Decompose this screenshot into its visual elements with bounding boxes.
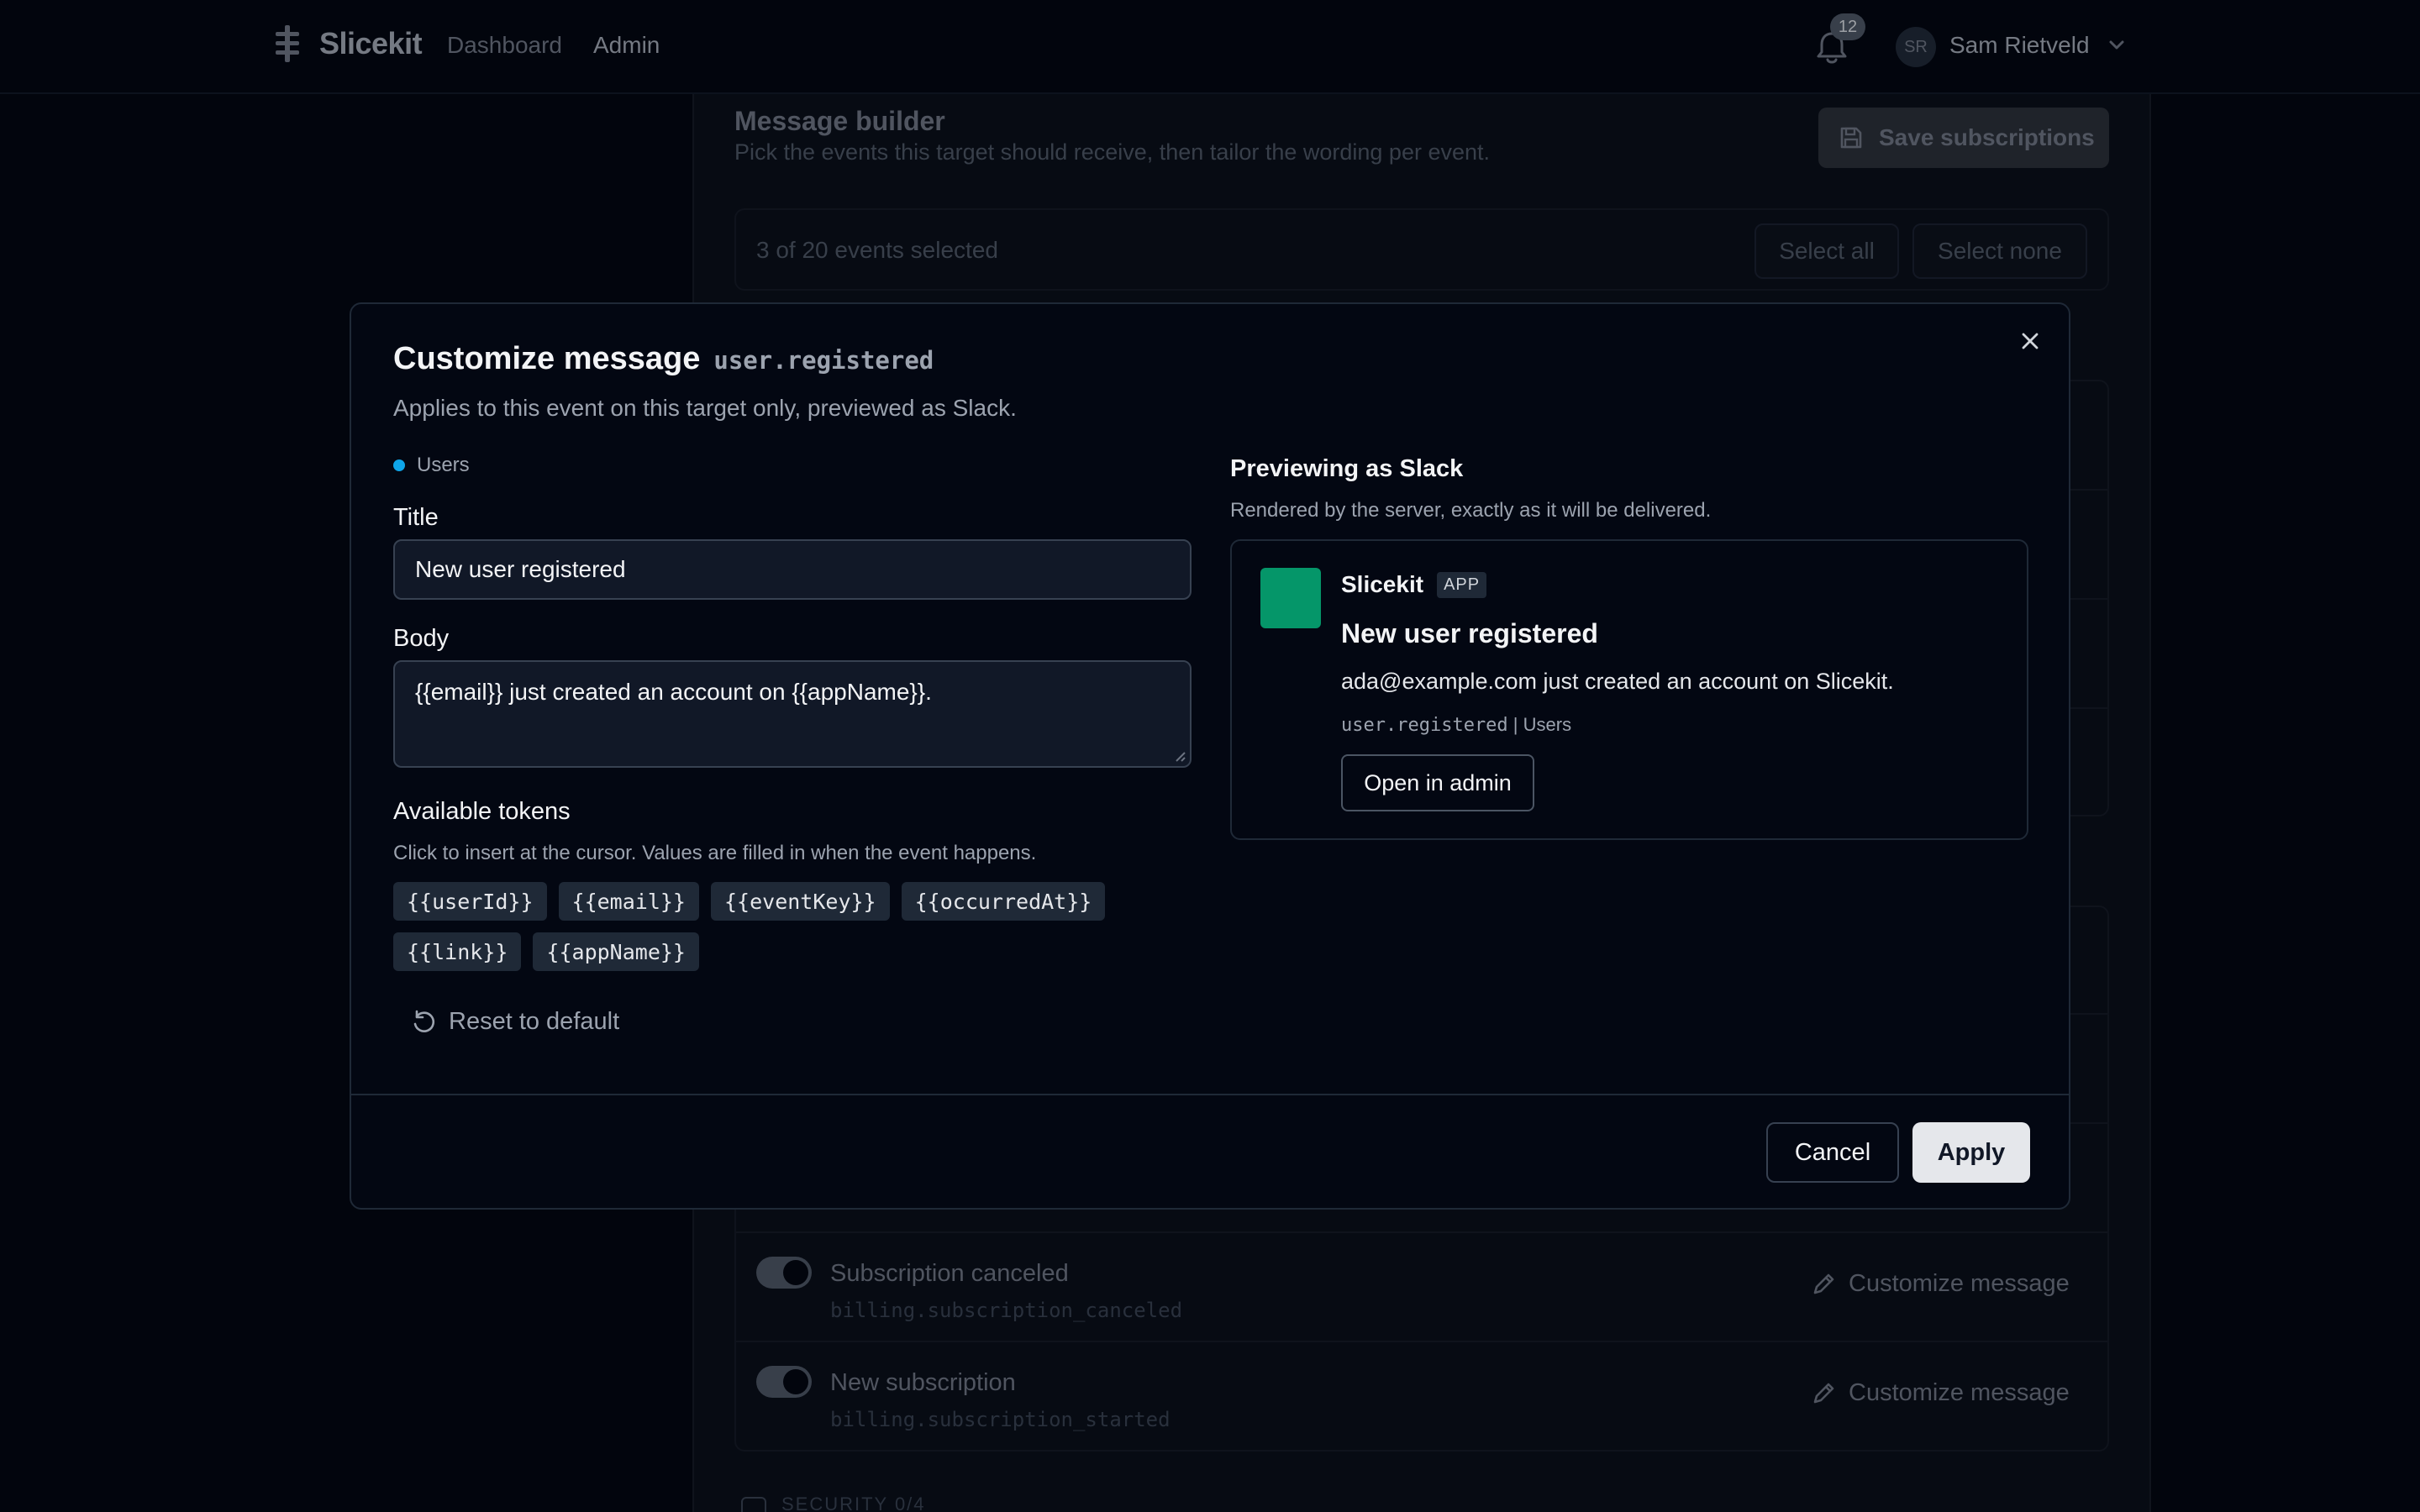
tokens-help: Click to insert at the cursor. Values ar… [393,842,1037,864]
token-list: {{userId}} {{email}} {{eventKey}} {{occu… [393,882,1192,971]
reset-to-default-button[interactable]: Reset to default [410,1008,619,1036]
app-badge: APP [1437,571,1487,598]
slack-preview-card: Slicekit APP New user registered ada@exa… [1230,539,2028,840]
group-tag: Users [393,454,470,477]
preview-app-name: Slicekit [1341,571,1424,597]
close-icon[interactable] [2018,329,2042,353]
dialog-title-text: Customize message [393,341,701,376]
cancel-button[interactable]: Cancel [1766,1122,1899,1183]
reset-icon [413,1010,435,1032]
preview-heading: Previewing as Slack [1230,455,1464,482]
dialog-description: Applies to this event on this target onl… [393,395,1017,421]
dialog-event-key: user.registered [713,346,934,375]
title-label: Title [393,504,439,531]
preview-body: ada@example.com just created an account … [1341,669,1894,694]
token-chip[interactable]: {{email}} [558,882,699,921]
preview-app: Slicekit APP [1341,571,1487,598]
token-chip[interactable]: {{appName}} [533,932,699,971]
resize-handle-icon[interactable] [1173,749,1186,763]
preview-context-group: | Users [1507,714,1572,735]
token-chip[interactable]: {{userId}} [393,882,547,921]
body-label: Body [393,625,450,652]
body-textarea[interactable]: {{email}} just created an account on {{a… [393,660,1192,768]
title-input-value: New user registered [415,556,626,582]
dialog-footer-divider [351,1094,2069,1095]
app-logo [1260,568,1321,628]
token-chip[interactable]: {{occurredAt}} [901,882,1106,921]
preview-context-key: user.registered [1341,715,1508,736]
title-input[interactable]: New user registered [393,539,1192,600]
dialog-title: Customize message user.registered [393,341,934,377]
tokens-label: Available tokens [393,798,571,825]
group-tag-label: Users [417,454,470,476]
apply-button[interactable]: Apply [1912,1122,2030,1183]
token-chip[interactable]: {{link}} [393,932,522,971]
preview-context: user.registered | Users [1341,714,1571,736]
preview-subheading: Rendered by the server, exactly as it wi… [1230,499,1712,522]
preview-title: New user registered [1341,618,1598,648]
open-in-admin-button[interactable]: Open in admin [1341,754,1534,811]
reset-label: Reset to default [449,1008,620,1035]
token-chip[interactable]: {{eventKey}} [710,882,890,921]
customize-message-dialog: Customize message user.registered Applie… [350,302,2070,1210]
group-dot-icon [393,459,405,471]
body-textarea-value: {{email}} just created an account on {{a… [415,679,932,705]
